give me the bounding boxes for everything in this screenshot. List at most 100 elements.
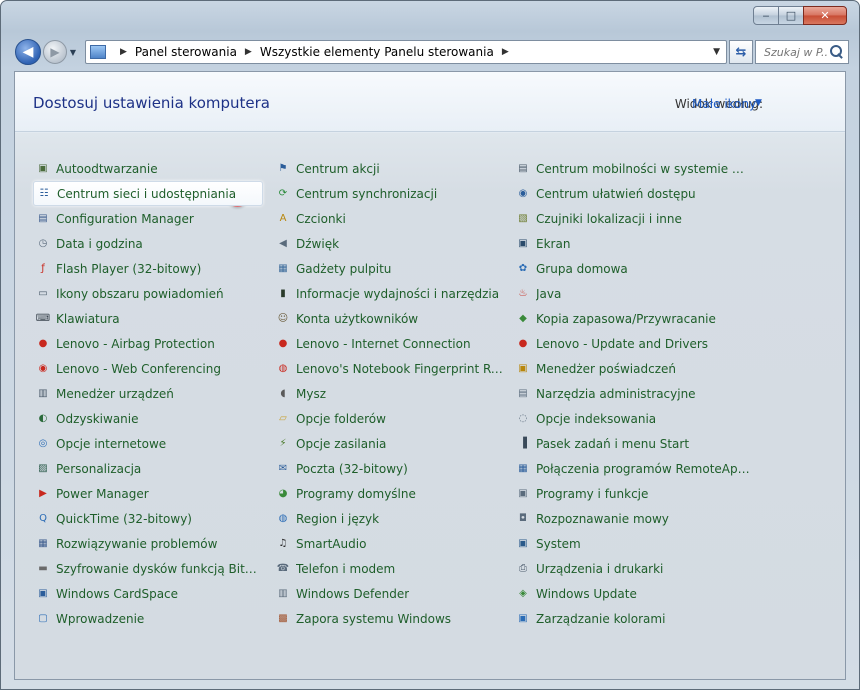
control-panel-item[interactable]: ▤ Narzędzia administracyjne xyxy=(513,381,753,406)
control-panel-item[interactable]: ◎ Opcje internetowe xyxy=(33,431,263,456)
search-icon[interactable] xyxy=(830,45,844,59)
view-by-dropdown-arrow-icon[interactable]: ▼ xyxy=(755,98,762,108)
maximize-button[interactable]: □ xyxy=(778,6,804,25)
control-panel-item[interactable]: ◍ Region i język xyxy=(273,506,503,531)
control-panel-item[interactable]: ▦ Gadżety pulpitu xyxy=(273,256,503,281)
control-panel-item[interactable]: ♨ Java xyxy=(513,281,753,306)
control-panel-item-label: Gadżety pulpitu xyxy=(296,261,392,276)
control-panel-item-label: Opcje zasilania xyxy=(296,436,387,451)
control-panel-item[interactable]: A Czcionki xyxy=(273,206,503,231)
control-panel-item[interactable]: ◕ Programy domyślne xyxy=(273,481,503,506)
control-panel-item[interactable]: ◖ Mysz xyxy=(273,381,503,406)
close-button[interactable]: ✕ xyxy=(803,6,847,25)
control-panel-item[interactable]: ▦ Rozwiązywanie problemów xyxy=(33,531,263,556)
control-panel-item[interactable]: ▩ Zapora systemu Windows xyxy=(273,606,503,631)
search-box[interactable] xyxy=(755,40,849,64)
control-panel-item[interactable]: ▧ Czujniki lokalizacji i inne xyxy=(513,206,753,231)
control-panel-item-label: Programy domyślne xyxy=(296,486,416,501)
control-panel-item[interactable]: ⚡ Opcje zasilania xyxy=(273,431,503,456)
breadcrumb-separator-icon[interactable]: ▶ xyxy=(502,47,509,57)
control-panel-item[interactable]: ♫ SmartAudio xyxy=(273,531,503,556)
search-input[interactable] xyxy=(764,45,828,59)
control-panel-item[interactable]: ● Lenovo - Update and Drivers xyxy=(513,331,753,356)
control-panel-item[interactable]: ◈ Windows Update xyxy=(513,581,753,606)
credential-manager-icon: ▣ xyxy=(518,362,528,374)
control-panel-item[interactable]: ▐ Pasek zadań i menu Start xyxy=(513,431,753,456)
control-panel-item-label: Lenovo's Notebook Fingerprint Reader xyxy=(296,361,503,376)
forward-button[interactable]: ▶ xyxy=(43,40,67,64)
control-panel-item[interactable]: ◀ Dźwięk xyxy=(273,231,503,256)
control-panel-item-label: Grupa domowa xyxy=(536,261,628,276)
breadcrumb-all-items[interactable]: Wszystkie elementy Panelu sterowania xyxy=(260,45,494,59)
control-panel-item[interactable]: ▣ Autoodtwarzanie xyxy=(33,156,263,181)
control-panel-item[interactable]: ▤ Configuration Manager xyxy=(33,206,263,231)
control-panel-item[interactable]: ☷ Centrum sieci i udostępniania xyxy=(33,181,263,206)
control-panel-item[interactable]: ✉ Poczta (32-bitowy) xyxy=(273,456,503,481)
control-panel-item[interactable]: ƒ Flash Player (32-bitowy) xyxy=(33,256,263,281)
breadcrumb-separator-icon[interactable]: ▶ xyxy=(245,47,252,57)
control-panel-item[interactable]: ☎ Telefon i modem xyxy=(273,556,503,581)
location-sensors-icon: ▧ xyxy=(518,212,528,224)
refresh-button[interactable]: ⇆ xyxy=(729,40,753,64)
breadcrumb-control-panel[interactable]: Panel sterowania xyxy=(135,45,237,59)
view-by-dropdown[interactable]: Małe ikony xyxy=(692,97,756,111)
back-arrow-icon: ◀ xyxy=(22,44,34,60)
control-panel-item[interactable]: ✿ Grupa domowa xyxy=(513,256,753,281)
address-dropdown-icon[interactable]: ▼ xyxy=(713,47,720,57)
control-panel-item[interactable]: ⟳ Centrum synchronizacji xyxy=(273,181,503,206)
control-panel-item[interactable]: ● Lenovo - Airbag Protection xyxy=(33,331,263,356)
control-panel-item[interactable]: ◆ Kopia zapasowa/Przywracanie xyxy=(513,306,753,331)
navigation-toolbar: ◀ ▶ ▼ ▶ Panel sterowania ▶ Wszystkie ele… xyxy=(15,37,849,67)
autoplay-icon: ▣ xyxy=(38,162,48,174)
control-panel-item[interactable]: ▦ Połączenia programów RemoteApp i... xyxy=(513,456,753,481)
minimize-icon: ‒ xyxy=(762,9,770,22)
mail-icon: ✉ xyxy=(278,462,288,474)
control-panel-item[interactable]: ▣ System xyxy=(513,531,753,556)
control-panel-item[interactable]: ▥ Menedżer urządzeń xyxy=(33,381,263,406)
control-panel-item[interactable]: ▨ Personalizacja xyxy=(33,456,263,481)
control-panel-item-label: Poczta (32-bitowy) xyxy=(296,461,408,476)
recent-pages-dropdown[interactable]: ▼ xyxy=(67,48,79,57)
lenovo-webconf-icon: ◉ xyxy=(38,362,48,374)
control-panel-item[interactable]: ☺ Konta użytkowników xyxy=(273,306,503,331)
region-language-icon: ◍ xyxy=(278,512,288,524)
user-accounts-icon: ☺ xyxy=(277,312,289,324)
system-icon: ▣ xyxy=(518,537,528,549)
control-panel-item[interactable]: Q QuickTime (32-bitowy) xyxy=(33,506,263,531)
control-panel-item[interactable]: ▬ Szyfrowanie dysków funkcją BitLocker xyxy=(33,556,263,581)
cardspace-icon: ▣ xyxy=(38,587,48,599)
control-panel-item[interactable]: ▣ Windows CardSpace xyxy=(33,581,263,606)
control-panel-item[interactable]: ◘ Rozpoznawanie mowy xyxy=(513,506,753,531)
control-panel-item[interactable]: ▮ Informacje wydajności i narzędzia xyxy=(273,281,503,306)
breadcrumb-separator-icon[interactable]: ▶ xyxy=(120,47,127,57)
control-panel-item[interactable]: ▶ Power Manager xyxy=(33,481,263,506)
devices-printers-icon: ⎙ xyxy=(519,562,527,574)
control-panel-item[interactable]: ▭ Ikony obszaru powiadomień xyxy=(33,281,263,306)
refresh-icon: ⇆ xyxy=(735,44,747,60)
address-bar[interactable]: ▶ Panel sterowania ▶ Wszystkie elementy … xyxy=(85,40,727,64)
control-panel-icon xyxy=(90,45,106,59)
back-button[interactable]: ◀ xyxy=(15,39,41,65)
control-panel-item[interactable]: ▤ Centrum mobilności w systemie Win... xyxy=(513,156,753,181)
control-panel-item[interactable]: ◐ Odzyskiwanie xyxy=(33,406,263,431)
control-panel-item[interactable]: ▣ Programy i funkcje xyxy=(513,481,753,506)
control-panel-item[interactable]: ⚑ Centrum akcji xyxy=(273,156,503,181)
control-panel-item[interactable]: ▱ Opcje folderów xyxy=(273,406,503,431)
control-panel-item[interactable]: ▥ Windows Defender xyxy=(273,581,503,606)
control-panel-item[interactable]: ◉ Centrum ułatwień dostępu xyxy=(513,181,753,206)
control-panel-item[interactable]: ▣ Menedżer poświadczeń xyxy=(513,356,753,381)
minimize-button[interactable]: ‒ xyxy=(753,6,779,25)
fonts-icon: A xyxy=(279,212,287,224)
control-panel-item[interactable]: ◉ Lenovo - Web Conferencing xyxy=(33,356,263,381)
control-panel-item[interactable]: ● Lenovo - Internet Connection xyxy=(273,331,503,356)
control-panel-item[interactable]: ▣ Zarządzanie kolorami xyxy=(513,606,753,631)
control-panel-item[interactable]: ◍ Lenovo's Notebook Fingerprint Reader xyxy=(273,356,503,381)
control-panel-item[interactable]: ⎙ Urządzenia i drukarki xyxy=(513,556,753,581)
gadgets-icon: ▦ xyxy=(278,262,288,274)
control-panel-item-label: Urządzenia i drukarki xyxy=(536,561,664,576)
control-panel-item[interactable]: ◌ Opcje indeksowania xyxy=(513,406,753,431)
control-panel-item[interactable]: ▢ Wprowadzenie xyxy=(33,606,263,631)
control-panel-item[interactable]: ⌨ Klawiatura xyxy=(33,306,263,331)
control-panel-item[interactable]: ▣ Ekran xyxy=(513,231,753,256)
control-panel-item[interactable]: ◷ Data i godzina xyxy=(33,231,263,256)
